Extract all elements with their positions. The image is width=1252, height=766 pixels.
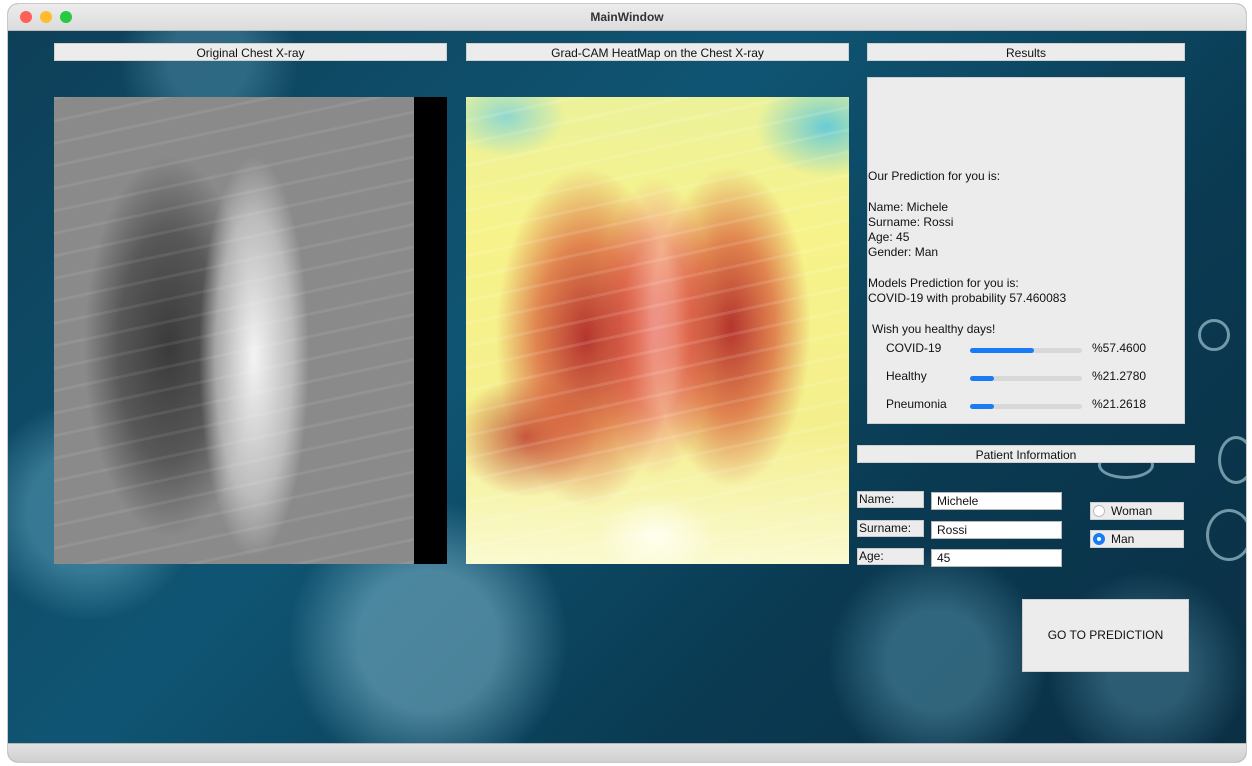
title-bar: MainWindow [8,4,1246,31]
gender-radio-woman[interactable]: Woman [1090,502,1184,520]
probability-bar-pneumonia [970,404,1082,409]
heatmap-ribs [466,97,849,564]
results-panel: Our Prediction for you is: Name: Michele… [867,77,1185,424]
main-window: MainWindow Original Chest X-ray Grad-CAM… [8,4,1246,762]
probability-label: Pneumonia [886,397,947,411]
probability-fill [970,404,994,409]
radio-unchecked-icon [1093,505,1105,517]
result-surname: Surname: Rossi [868,215,954,229]
xray-ribs [54,97,414,564]
probability-label: COVID-19 [886,341,942,355]
virus-decoration-icon [1218,436,1246,484]
probability-value: %57.4600 [1092,341,1147,355]
probability-fill [970,348,1035,353]
probability-value: %21.2618 [1092,397,1147,411]
bottom-bar [8,743,1246,762]
main-content: Original Chest X-ray Grad-CAM HeatMap on… [8,31,1246,743]
virus-decoration-icon [1198,319,1230,351]
result-prediction: COVID-19 with probability 57.460083 [868,291,1067,305]
surname-label: Surname: [857,520,924,537]
probability-label: Healthy [886,369,927,383]
radio-checked-icon [1093,533,1105,545]
probability-bar-covid [970,348,1082,353]
original-xray-image [54,97,447,564]
age-label: Age: [857,548,924,565]
heatmap-header: Grad-CAM HeatMap on the Chest X-ray [466,43,849,61]
probability-fill [970,376,994,381]
result-age: Age: 45 [868,230,910,244]
result-models-line: Models Prediction for you is: [868,276,1019,290]
age-input[interactable]: 45 [931,549,1062,567]
gender-radio-man[interactable]: Man [1090,530,1184,548]
patient-info-header: Patient Information [857,445,1195,463]
virus-decoration-icon [1206,509,1246,561]
go-to-prediction-button[interactable]: GO TO PREDICTION [1022,599,1189,672]
name-input[interactable]: Michele [931,492,1062,510]
window-title: MainWindow [590,10,664,24]
result-gender: Gender: Man [868,245,939,259]
gradcam-heatmap-image [466,97,849,564]
gender-option-label: Man [1111,532,1135,546]
result-intro: Our Prediction for you is: [868,169,1001,183]
result-name: Name: Michele [868,200,949,214]
name-label: Name: [857,491,924,508]
probability-bar-healthy [970,376,1082,381]
probability-value: %21.2780 [1092,369,1147,383]
result-wish: Wish you healthy days! [872,322,996,336]
original-xray-header: Original Chest X-ray [54,43,447,61]
results-header: Results [867,43,1185,61]
surname-input[interactable]: Rossi [931,521,1062,539]
gender-option-label: Woman [1111,504,1153,518]
